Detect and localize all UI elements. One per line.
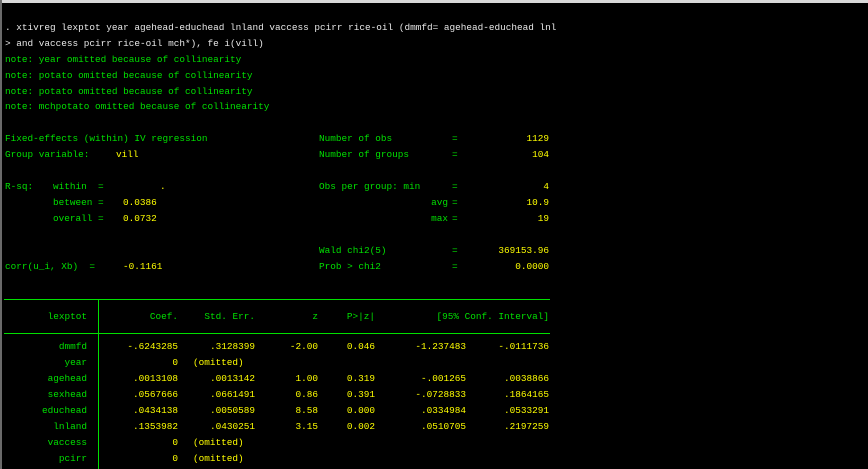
cell-coef: 0 [172,437,178,448]
table-vertical-rule [98,300,99,469]
stat-label: Number of obs [319,133,393,144]
command-line-1: . xtivreg lexptot year agehead-educhead … [5,22,557,33]
row-variable: educhead [41,405,87,416]
table-header-rule [4,333,550,334]
header-depvar: lexptot [47,311,87,322]
note-line: note: potato omitted because of collinea… [5,86,253,97]
header-stderr: Std. Err. [204,311,255,322]
cell-hi: -.0111736 [498,341,549,352]
note-line: note: potato omitted because of collinea… [5,70,253,81]
stat-label: Obs per group: min [319,181,421,192]
stat-value: 369153.96 [498,245,549,256]
cell-lo: .0334984 [420,405,466,416]
cell-se: .0013142 [209,373,255,384]
cell-p: 0.002 [346,421,375,432]
stat-eq: = [452,181,458,192]
stat-label: Number of groups [319,149,410,160]
rsq-overall-value: 0.0732 [123,213,157,224]
cell-z: 8.58 [295,405,318,416]
window-top-border [0,0,868,3]
cell-hi: .0533291 [503,405,549,416]
group-variable-label: Group variable: [5,149,90,160]
rsq-between-label: between = [53,197,104,208]
stat-eq: = [452,213,458,224]
header-z: z [312,311,318,322]
cell-z: 0.86 [295,389,318,400]
group-variable-value: vill [116,149,139,160]
rsq-label: R-sq: [5,181,34,192]
cell-lo: -.001265 [420,373,466,384]
cell-lo: -1.237483 [415,341,466,352]
row-variable: pcirr [58,453,87,464]
stat-value: 19 [537,213,549,224]
row-variable: dmmfd [58,341,87,352]
stat-value: 0.0000 [515,261,549,272]
header-pvalue: P>|z| [346,311,375,322]
stat-eq: = [452,149,458,160]
cell-coef: .1353982 [132,421,178,432]
stat-eq: = [452,133,458,144]
corr-value: -0.1161 [123,261,163,272]
command-line-2: > and vaccess pcirr rice-oil mch*), fe i… [5,38,264,49]
cell-lo: -.0728833 [415,389,466,400]
cell-hi: .0038866 [503,373,549,384]
corr-label: corr(u_i, Xb) = [5,261,96,272]
row-variable: agehead [47,373,87,384]
cell-se: .0050589 [209,405,255,416]
row-variable: sexhead [47,389,87,400]
header-conf-interval: [95% Conf. Interval] [436,311,549,322]
cell-hi: .1864165 [503,389,549,400]
cell-coef: .0434138 [132,405,178,416]
stat-eq: = [452,261,458,272]
regression-title: Fixed-effects (within) IV regression [5,133,208,144]
cell-se: .0661491 [209,389,255,400]
cell-hi: .2197259 [503,421,549,432]
stat-value: 10.9 [526,197,549,208]
cell-p: 0.000 [346,405,375,416]
cell-coef: .0013108 [132,373,178,384]
row-variable: year [64,357,87,368]
stat-eq: = [452,197,458,208]
cell-z: 1.00 [295,373,318,384]
cell-coef: .0567666 [132,389,178,400]
table-top-rule [4,299,550,300]
stat-label: Prob > chi2 [319,261,381,272]
cell-coef: -.6243285 [127,341,178,352]
cell-se: .0430251 [209,421,255,432]
stat-label: Wald chi2(5) [319,245,387,256]
stat-value: 1129 [526,133,549,144]
note-line: note: mchpotato omitted because of colli… [5,101,270,112]
cell-p: 0.319 [346,373,375,384]
cell-lo: .0510705 [420,421,466,432]
cell-se: .3128399 [209,341,255,352]
cell-coef: 0 [172,453,178,464]
rsq-overall-label: overall = [53,213,104,224]
cell-z: -2.00 [289,341,318,352]
header-coef: Coef. [149,311,178,322]
stat-eq: = [452,245,458,256]
rsq-between-value: 0.0386 [123,197,157,208]
cell-se: (omitted) [193,453,244,464]
cell-coef: 0 [172,357,178,368]
cell-p: 0.046 [346,341,375,352]
window-left-border [0,0,2,469]
row-variable: lnland [53,421,87,432]
stat-value: 4 [543,181,549,192]
rsq-within-value: . [160,181,166,192]
stat-value: 104 [532,149,549,160]
cell-z: 3.15 [295,421,318,432]
stat-label: max [431,213,448,224]
rsq-within-label: within = [53,181,104,192]
cell-se: (omitted) [193,437,244,448]
note-line: note: year omitted because of collineari… [5,54,242,65]
cell-p: 0.391 [346,389,375,400]
row-variable: vaccess [47,437,87,448]
cell-se: (omitted) [193,357,244,368]
stat-label: avg [431,197,448,208]
